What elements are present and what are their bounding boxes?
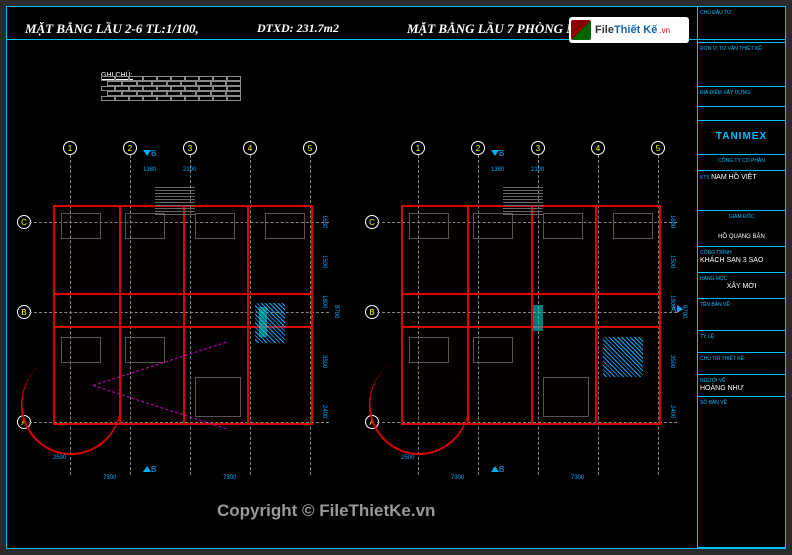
interior-wall xyxy=(55,293,311,295)
plan-geometry-right: 1 2 3 4 5 C B A B B A xyxy=(371,145,691,485)
interior-wall xyxy=(595,207,597,423)
tb-architect: NAM HỒ VIỆT xyxy=(711,174,757,181)
bed xyxy=(409,213,449,239)
bed xyxy=(125,337,165,363)
bed xyxy=(613,213,653,239)
interior-wall xyxy=(183,207,185,423)
dim-r4: 3500 xyxy=(321,355,327,368)
logo-tld: .vn xyxy=(659,26,670,35)
dim-top-1: 1380 xyxy=(143,167,156,173)
grid-col-2: 2 xyxy=(123,141,137,155)
furniture xyxy=(195,377,241,417)
tb-director-label: GIÁM ĐỐC xyxy=(700,214,783,220)
dim-bottom-1: 7300 xyxy=(103,475,116,481)
section-b-bot: B xyxy=(491,465,504,474)
plan-title-left: MẶT BẰNG LẦU 2-6 TL:1/100, xyxy=(25,21,199,37)
tb-signed: HỒ QUANG BẢN xyxy=(700,234,783,240)
dim-bottom-2: 7300 xyxy=(223,475,236,481)
brick-hatch-legend xyxy=(101,76,241,104)
tb-consultant-label: ĐƠN VỊ TƯ VẤN THIẾT KẾ: xyxy=(700,46,783,52)
grid-col-4: 4 xyxy=(243,141,257,155)
dim-r3: 1800 xyxy=(321,295,327,308)
bed xyxy=(61,213,101,239)
dim-r2: 1500 xyxy=(321,255,327,268)
logo-text-2: Thiết Kế xyxy=(614,24,657,36)
dim-r1: 1680 xyxy=(669,215,675,228)
bed xyxy=(473,337,513,363)
dim-top-2: 2100 xyxy=(531,167,544,173)
furniture xyxy=(543,377,589,417)
dim-top-2: 2100 xyxy=(183,167,196,173)
drawing-sheet: MẶT BẰNG LẦU 2-6 TL:1/100, DTXD: 231.7m2… xyxy=(6,6,786,549)
dim-small: 2500 xyxy=(53,455,66,461)
dim-right-outer: 8700 xyxy=(681,305,687,318)
dim-r4: 3500 xyxy=(669,355,675,368)
tb-company: TANIMEX xyxy=(698,121,785,155)
notes-block: GHI CHÚ: xyxy=(101,64,241,104)
bed xyxy=(195,213,235,239)
tb-project-label: CÔNG TRÌNH xyxy=(700,250,783,256)
hatch-area xyxy=(603,337,643,377)
tb-checker-label: CHỦ TRÌ THIẾT KẾ: xyxy=(700,356,783,362)
tb-drawing-label: TÊN BẢN VẼ: xyxy=(700,302,783,308)
grid-col-4: 4 xyxy=(591,141,605,155)
tb-project: KHÁCH SẠN 3 SAO xyxy=(700,257,783,264)
dim-right-outer: 8700 xyxy=(333,305,339,318)
tb-drafter-label: NGƯỜI VẼ: xyxy=(700,378,783,384)
tb-phase-label: HẠNG MỤC: xyxy=(700,276,783,282)
dim-bottom-1: 7300 xyxy=(451,475,464,481)
bed xyxy=(543,213,583,239)
grid-col-3: 3 xyxy=(531,141,545,155)
grid-col-5: 5 xyxy=(651,141,665,155)
staircase xyxy=(503,187,543,217)
dim-bottom-2: 7300 xyxy=(571,475,584,481)
tb-arch-prefix: KTS xyxy=(700,175,710,181)
tb-owner-label: CHỦ ĐẦU TƯ: xyxy=(700,10,783,16)
logo-text-1: File xyxy=(595,24,614,36)
plan-geometry-left: 1 2 3 4 5 C B A B B xyxy=(23,145,343,485)
tb-phase: XÂY MỚI xyxy=(700,283,783,290)
dim-r3: 1800 xyxy=(669,295,675,308)
tb-sheet-label: SỐ BẢN VẼ xyxy=(700,400,783,406)
plan-area: DTXD: 231.7m2 xyxy=(257,21,339,36)
tb-drafter: HOÀNG NHƯ xyxy=(700,385,783,392)
grid-col-3: 3 xyxy=(183,141,197,155)
grid-col-5: 5 xyxy=(303,141,317,155)
dim-small: 2500 xyxy=(401,455,414,461)
logo-icon xyxy=(571,20,591,40)
tb-company-sub: CÔNG TY CỔ PHẦN xyxy=(718,158,765,164)
dim-r1: 1680 xyxy=(321,215,327,228)
section-b-bot: B xyxy=(143,465,156,474)
dim-r5: 2400 xyxy=(669,405,675,418)
tb-location-label: ĐỊA ĐIỂM XÂY DỰNG: xyxy=(700,90,783,96)
floor-plan-7: 1 2 3 4 5 C B A B B A xyxy=(361,50,701,530)
interior-wall xyxy=(403,326,659,328)
interior-wall xyxy=(403,293,659,295)
grid-col-1: 1 xyxy=(63,141,77,155)
floor-plan-2-6: GHI CHÚ: 1 2 3 4 5 C B A xyxy=(13,50,353,530)
staircase xyxy=(155,187,195,217)
interior-wall xyxy=(247,207,249,423)
dim-r5: 2400 xyxy=(321,405,327,418)
section-b-top: B xyxy=(143,149,156,158)
elevator-shaft xyxy=(533,305,543,331)
elevator-shaft xyxy=(259,307,267,337)
dim-r2: 1500 xyxy=(669,255,675,268)
dim-top-1: 1380 xyxy=(491,167,504,173)
grid-col-2: 2 xyxy=(471,141,485,155)
title-block: CHỦ ĐẦU TƯ: ĐƠN VỊ TƯ VẤN THIẾT KẾ: ĐỊA … xyxy=(697,7,785,548)
section-b-top: B xyxy=(491,149,504,158)
watermark-copyright: Copyright © FileThietKe.vn xyxy=(217,501,435,521)
drawing-area: GHI CHÚ: 1 2 3 4 5 C B A xyxy=(7,40,699,550)
tb-scale-label: TỶ LỆ: xyxy=(700,334,783,340)
grid-col-1: 1 xyxy=(411,141,425,155)
bed xyxy=(265,213,305,239)
